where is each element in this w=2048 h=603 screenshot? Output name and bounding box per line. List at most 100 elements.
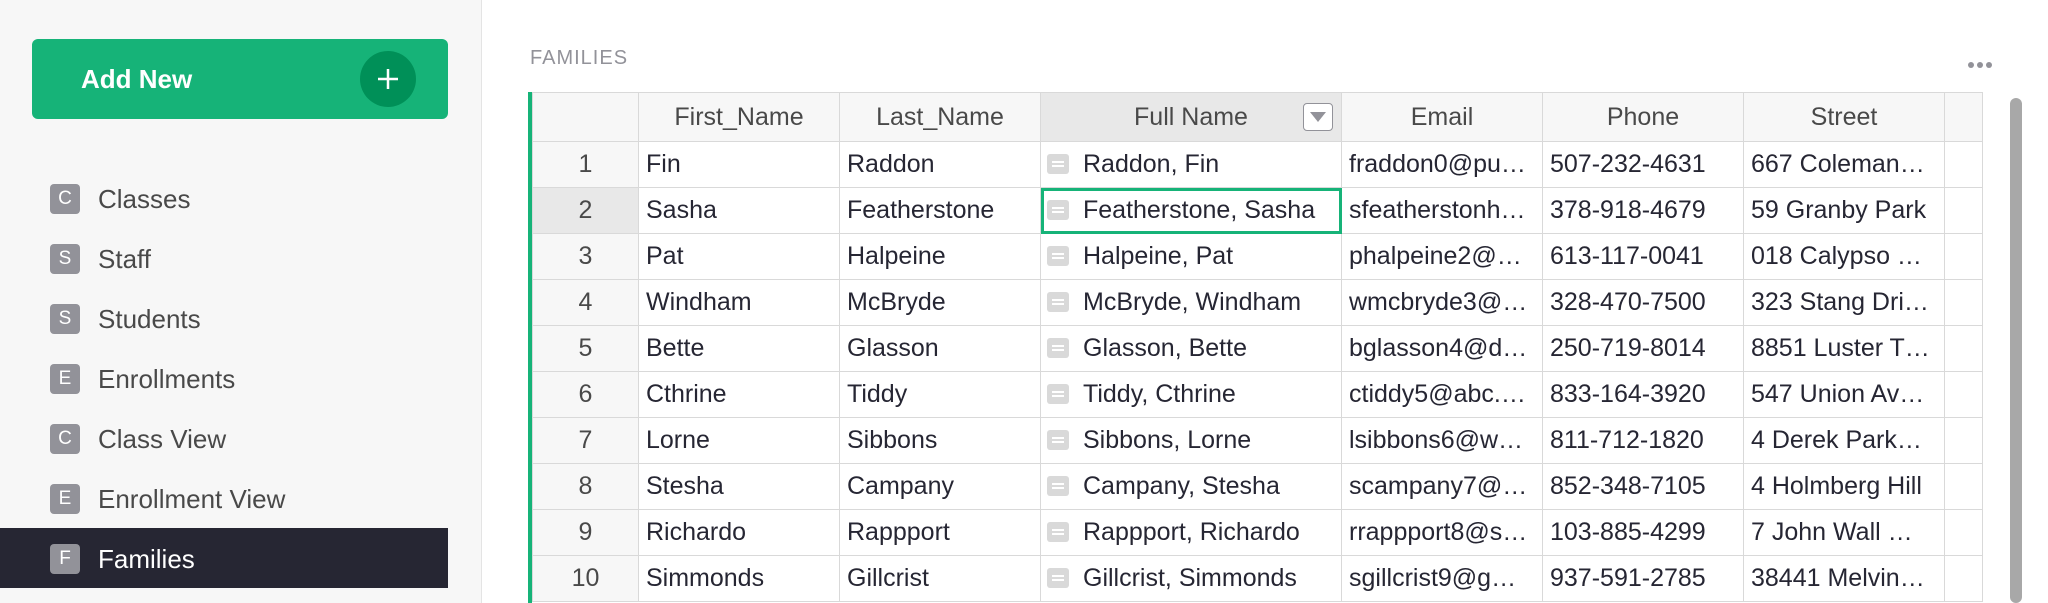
cell-street[interactable]: 8851 Luster T…	[1743, 325, 1945, 372]
cell-email[interactable]: bglasson4@d…	[1341, 325, 1543, 372]
add-column-header[interactable]	[1944, 92, 1983, 142]
cell-last-name[interactable]: Rappport	[839, 509, 1041, 556]
row-number[interactable]: 6	[532, 371, 639, 418]
formula-icon	[1047, 200, 1069, 220]
page-type-badge: C	[50, 424, 80, 454]
sidebar-item-families[interactable]: F Families	[0, 528, 448, 588]
column-header[interactable]: Email	[1341, 92, 1543, 142]
cell-first-name[interactable]: Stesha	[638, 463, 840, 510]
cell-first-name[interactable]: Pat	[638, 233, 840, 280]
cell-street[interactable]: 7 John Wall …	[1743, 509, 1945, 556]
column-menu-dropdown-icon[interactable]	[1303, 103, 1333, 131]
cell-last-name[interactable]: McBryde	[839, 279, 1041, 326]
cell-full-name[interactable]: Rappport, Richardo	[1040, 509, 1342, 556]
row-number[interactable]: 7	[532, 417, 639, 464]
column-header[interactable]: First_Name	[638, 92, 840, 142]
page-type-badge: E	[50, 364, 80, 394]
cell-email[interactable]: scampany7@…	[1341, 463, 1543, 510]
cell-phone[interactable]: 328-470-7500	[1542, 279, 1744, 326]
cell-first-name[interactable]: Sasha	[638, 187, 840, 234]
table-row: 4 Windham McBryde McBryde, Windham wmcbr…	[532, 279, 1983, 326]
cell-email[interactable]: fraddon0@pu…	[1341, 141, 1543, 188]
cell-first-name[interactable]: Lorne	[638, 417, 840, 464]
cell-phone[interactable]: 507-232-4631	[1542, 141, 1744, 188]
cell-last-name[interactable]: Raddon	[839, 141, 1041, 188]
cell-text: McBryde, Windham	[1083, 288, 1302, 316]
cell-phone[interactable]: 250-719-8014	[1542, 325, 1744, 372]
cell-text: Tiddy, Cthrine	[1083, 380, 1236, 408]
cell-email[interactable]: phalpeine2@…	[1341, 233, 1543, 280]
column-header[interactable]: Phone	[1542, 92, 1744, 142]
cell-last-name[interactable]: Tiddy	[839, 371, 1041, 418]
cell-email[interactable]: lsibbons6@w…	[1341, 417, 1543, 464]
column-header-selected[interactable]: Full Name	[1040, 92, 1342, 142]
cell-phone[interactable]: 103-885-4299	[1542, 509, 1744, 556]
cell-email[interactable]: ctiddy5@abc.…	[1341, 371, 1543, 418]
sidebar-item-staff[interactable]: S Staff	[0, 228, 482, 288]
sidebar-item-classes[interactable]: C Classes	[0, 168, 482, 228]
cell-street[interactable]: 59 Granby Park	[1743, 187, 1945, 234]
cell-last-name[interactable]: Campany	[839, 463, 1041, 510]
cell-last-name[interactable]: Sibbons	[839, 417, 1041, 464]
row-number[interactable]: 9	[532, 509, 639, 556]
cell-street[interactable]: 38441 Melvin…	[1743, 555, 1945, 602]
cell-text: Featherstone, Sasha	[1083, 196, 1316, 224]
cell-phone[interactable]: 613-117-0041	[1542, 233, 1744, 280]
row-number[interactable]: 1	[532, 141, 639, 188]
cell-street[interactable]: 4 Derek Park…	[1743, 417, 1945, 464]
cell-email[interactable]: rrappport8@s…	[1341, 509, 1543, 556]
cell-first-name[interactable]: Simmonds	[638, 555, 840, 602]
cell-street[interactable]: 547 Union Av…	[1743, 371, 1945, 418]
more-options-icon[interactable]	[1967, 56, 1993, 74]
vertical-scrollbar[interactable]	[2010, 98, 2022, 603]
sidebar-item-enrollment-view[interactable]: E Enrollment View	[0, 468, 482, 528]
cell-phone[interactable]: 937-591-2785	[1542, 555, 1744, 602]
cell-first-name[interactable]: Windham	[638, 279, 840, 326]
cell-phone[interactable]: 378-918-4679	[1542, 187, 1744, 234]
row-number[interactable]: 3	[532, 233, 639, 280]
header-row: First_Name Last_Name Full Name Email Pho…	[532, 92, 1983, 142]
cell-full-name[interactable]: Tiddy, Cthrine	[1040, 371, 1342, 418]
cell-last-name[interactable]: Halpeine	[839, 233, 1041, 280]
cell-first-name[interactable]: Cthrine	[638, 371, 840, 418]
row-number[interactable]: 4	[532, 279, 639, 326]
cell-street[interactable]: 4 Holmberg Hill	[1743, 463, 1945, 510]
cell-phone[interactable]: 852-348-7105	[1542, 463, 1744, 510]
cell-phone[interactable]: 833-164-3920	[1542, 371, 1744, 418]
cell-street[interactable]: 018 Calypso …	[1743, 233, 1945, 280]
cell-full-name[interactable]: McBryde, Windham	[1040, 279, 1342, 326]
cell-last-name[interactable]: Featherstone	[839, 187, 1041, 234]
cell-last-name[interactable]: Gillcrist	[839, 555, 1041, 602]
cell-full-name[interactable]: Glasson, Bette	[1040, 325, 1342, 372]
cell-first-name[interactable]: Fin	[638, 141, 840, 188]
table-row: 2 Sasha Featherstone Featherstone, Sasha…	[532, 187, 1983, 234]
row-number[interactable]: 8	[532, 463, 639, 510]
cell-phone[interactable]: 811-712-1820	[1542, 417, 1744, 464]
table-row: 1 Fin Raddon Raddon, Fin fraddon0@pu… 50…	[532, 141, 1983, 188]
sidebar-item-students[interactable]: S Students	[0, 288, 482, 348]
cell-empty	[1944, 141, 1983, 188]
cell-first-name[interactable]: Richardo	[638, 509, 840, 556]
cell-email[interactable]: sgillcrist9@g…	[1341, 555, 1543, 602]
row-number-header[interactable]	[532, 92, 639, 142]
cell-full-name[interactable]: Sibbons, Lorne	[1040, 417, 1342, 464]
cell-last-name[interactable]: Glasson	[839, 325, 1041, 372]
column-header[interactable]: Street	[1743, 92, 1945, 142]
cell-email[interactable]: sfeatherstonh…	[1341, 187, 1543, 234]
cell-first-name[interactable]: Bette	[638, 325, 840, 372]
row-number[interactable]: 2	[532, 187, 639, 234]
cell-full-name[interactable]: Halpeine, Pat	[1040, 233, 1342, 280]
column-header[interactable]: Last_Name	[839, 92, 1041, 142]
row-number[interactable]: 5	[532, 325, 639, 372]
cell-street[interactable]: 667 Coleman…	[1743, 141, 1945, 188]
cell-street[interactable]: 323 Stang Dri…	[1743, 279, 1945, 326]
cell-full-name[interactable]: Gillcrist, Simmonds	[1040, 555, 1342, 602]
add-new-button[interactable]: Add New	[32, 39, 448, 119]
cell-full-name[interactable]: Raddon, Fin	[1040, 141, 1342, 188]
cell-email[interactable]: wmcbryde3@…	[1341, 279, 1543, 326]
sidebar-item-class-view[interactable]: C Class View	[0, 408, 482, 468]
cell-full-name[interactable]: Campany, Stesha	[1040, 463, 1342, 510]
sidebar-item-enrollments[interactable]: E Enrollments	[0, 348, 482, 408]
row-number[interactable]: 10	[532, 555, 639, 602]
cell-full-name-selected[interactable]: Featherstone, Sasha	[1040, 187, 1342, 234]
